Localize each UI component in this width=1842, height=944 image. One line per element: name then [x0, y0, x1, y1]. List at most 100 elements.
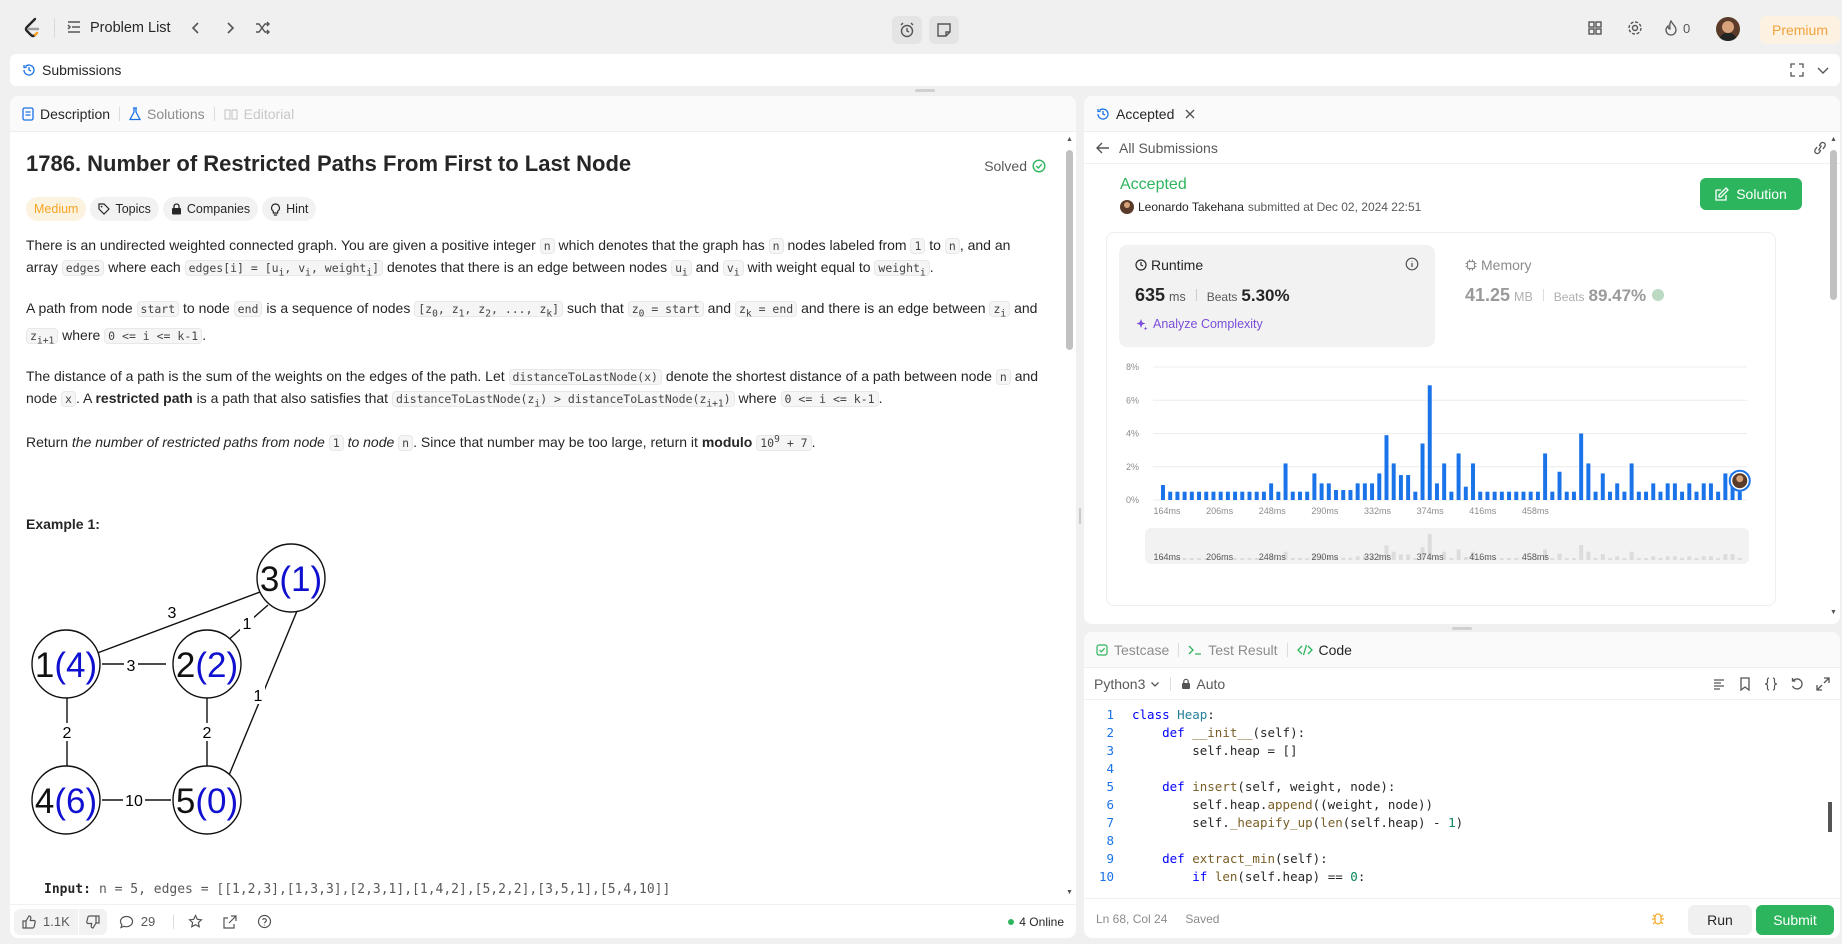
prev-problem-button[interactable] [186, 18, 206, 38]
streak-counter[interactable]: 0 [1664, 18, 1690, 38]
runtime-bar [1586, 463, 1591, 500]
y-tick-label: 8% [1126, 362, 1139, 372]
range-tick-label: 458ms [1522, 552, 1550, 562]
code-line[interactable]: 4 [1084, 760, 1824, 778]
settings-button[interactable] [1624, 18, 1646, 38]
code-line[interactable]: 10 if len(self.heap) == 0: [1084, 868, 1824, 886]
tab-testcase[interactable]: Testcase [1096, 642, 1169, 658]
layout-button[interactable] [1584, 18, 1606, 38]
memory-value: 41.25 [1465, 285, 1511, 305]
tab-test-result[interactable]: Test Result [1188, 642, 1278, 658]
vertical-resize-handle[interactable] [915, 89, 935, 92]
submission-scrollbar-thumb[interactable] [1830, 150, 1837, 300]
memory-box[interactable]: Memory 41.25 MB Beats 89.47% [1449, 245, 1765, 347]
like-button[interactable]: 1.1K [14, 908, 78, 935]
code-line[interactable]: 2 def __init__(self): [1084, 724, 1824, 742]
companies-label: Companies [186, 202, 251, 216]
topics-button[interactable]: Topics [90, 197, 159, 221]
maximize-icon[interactable] [1790, 63, 1804, 77]
code-line[interactable]: 3 self.heap = [] [1084, 742, 1824, 760]
notes-button[interactable] [929, 16, 959, 44]
description-scrollbar[interactable]: ▲ ▼ [1064, 136, 1074, 896]
leetcode-logo[interactable] [20, 16, 44, 40]
braces-icon[interactable] [1764, 677, 1778, 691]
tab-description[interactable]: Description [22, 106, 110, 122]
runtime-bar [1420, 443, 1425, 500]
timer-button[interactable] [892, 16, 922, 44]
tab-code[interactable]: Code [1296, 642, 1352, 658]
svg-text:5(0): 5(0) [176, 782, 238, 821]
runtime-bar [1283, 463, 1288, 500]
format-icon[interactable] [1712, 677, 1726, 691]
range-bar [1564, 558, 1569, 560]
problem-list-button[interactable]: Problem List [66, 16, 171, 40]
avatar[interactable] [1716, 17, 1740, 41]
code-line[interactable]: 5 def insert(self, weight, node): [1084, 778, 1824, 796]
help-button[interactable] [257, 914, 272, 929]
next-problem-button[interactable] [220, 18, 240, 38]
panel-resize-handle[interactable] [1079, 508, 1081, 524]
reset-icon[interactable] [1790, 677, 1804, 691]
language-select[interactable]: Python3 [1094, 676, 1160, 692]
code-line[interactable]: 8 [1084, 832, 1824, 850]
runtime-bar [1737, 491, 1742, 500]
companies-button[interactable]: Companies [162, 197, 259, 221]
scrollbar-thumb[interactable] [1066, 150, 1073, 350]
tab-editorial[interactable]: Editorial [224, 106, 294, 122]
history-icon [22, 63, 36, 77]
premium-button[interactable]: Premium [1760, 16, 1840, 44]
runtime-box[interactable]: Runtime 635 ms Beats 5.30% Analyze Compl… [1119, 245, 1435, 347]
dislike-button[interactable] [78, 908, 107, 935]
runtime-bar [1535, 491, 1540, 500]
tag-icon [98, 203, 111, 215]
back-button[interactable]: All Submissions [1096, 140, 1218, 156]
analyze-complexity-button[interactable]: Analyze Complexity [1135, 317, 1263, 331]
submit-button[interactable]: Submit [1756, 905, 1834, 935]
random-problem-button[interactable] [252, 18, 274, 38]
code-editor[interactable]: 1 class Heap: 2 def __init__(self): 3 self.… [1084, 706, 1824, 890]
runtime-bar [1168, 491, 1173, 500]
solution-button[interactable]: Solution [1700, 178, 1802, 210]
run-button[interactable]: Run [1688, 905, 1752, 935]
submission-detail: Accepted Leonardo Takehana submitted at … [1106, 176, 1802, 616]
code-line[interactable]: 6 self.heap.append((weight, node)) [1084, 796, 1824, 814]
chip-icon [1465, 259, 1477, 271]
editor-scrollbar[interactable] [1828, 712, 1836, 882]
code-line[interactable]: 7 self._heapify_up(len(self.heap) - 1) [1084, 814, 1824, 832]
description-tabbar: Description Solutions Editorial [10, 96, 1076, 132]
runtime-bar [1478, 491, 1483, 500]
svg-text:4(6): 4(6) [35, 782, 97, 821]
bookmark-icon[interactable] [1738, 677, 1752, 691]
lightbulb-icon [271, 202, 281, 216]
range-bar [1730, 554, 1735, 560]
online-indicator: 4 Online [1008, 915, 1064, 929]
debug-icon[interactable] [1650, 911, 1666, 927]
comments-button[interactable]: 29 [119, 914, 155, 929]
info-icon[interactable] [1405, 257, 1419, 271]
runtime-bar [1312, 473, 1317, 500]
node-2-dist: (2) [195, 646, 238, 685]
tab-solutions[interactable]: Solutions [129, 106, 205, 122]
link-icon[interactable] [1812, 141, 1828, 155]
problem-paragraph-3: The distance of a path is the sum of the… [26, 367, 1039, 410]
expand-icon[interactable] [1816, 677, 1830, 691]
submission-scrollbar[interactable]: ▲ ▼ [1828, 136, 1838, 616]
user-name[interactable]: Leonardo Takehana [1138, 200, 1244, 214]
share-button[interactable] [223, 914, 237, 929]
runtime-beats-value: 5.30% [1241, 286, 1290, 305]
close-icon[interactable] [1184, 108, 1196, 120]
runtime-bar [1211, 491, 1216, 500]
range-bar [1687, 556, 1692, 560]
runtime-bar [1463, 486, 1468, 500]
horizontal-resize-handle[interactable] [1452, 627, 1472, 630]
favorite-button[interactable] [188, 914, 203, 929]
tab-accepted[interactable]: Accepted [1096, 106, 1196, 122]
code-line[interactable]: 1 class Heap: [1084, 706, 1824, 724]
chevron-down-icon[interactable] [1816, 63, 1830, 77]
runtime-unit: ms [1169, 290, 1186, 304]
submit-label: Submit [1773, 912, 1817, 928]
submission-panel: Accepted All Submissions Accepted Leonar… [1084, 96, 1840, 624]
hint-button[interactable]: Hint [262, 197, 317, 221]
code-line[interactable]: 9 def extract_min(self): [1084, 850, 1824, 868]
auto-mode[interactable]: Auto [1181, 676, 1225, 692]
